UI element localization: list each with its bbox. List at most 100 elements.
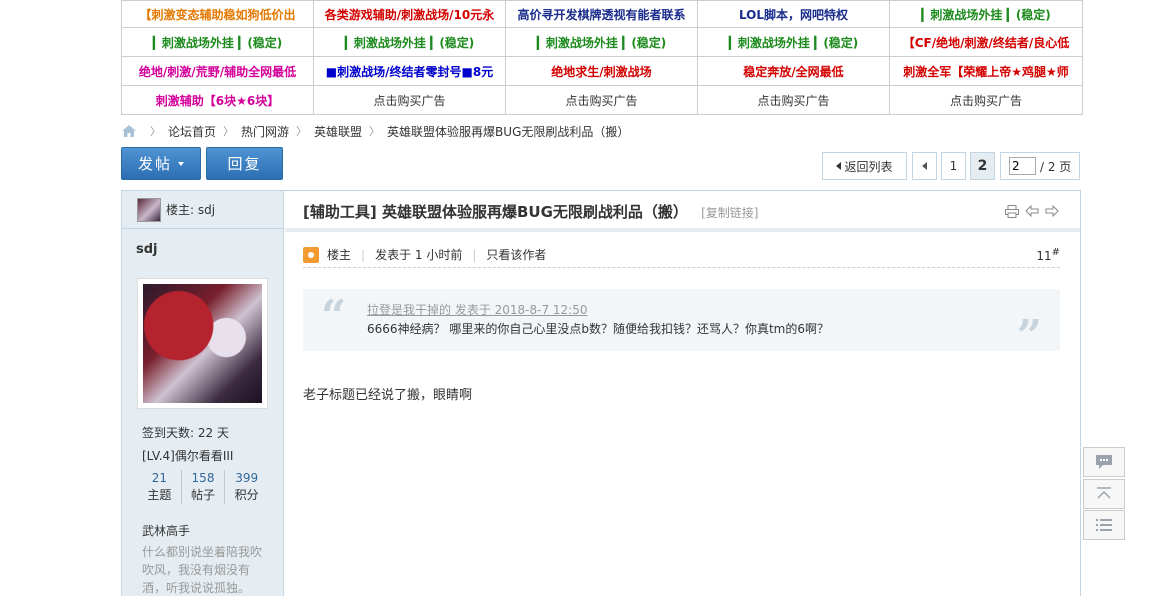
author-topbar: 楼主: sdj: [122, 191, 283, 229]
ad-link[interactable]: 高价寻开发棋牌透视有能者联系: [505, 0, 698, 28]
ad-link[interactable]: 刺激辅助【6块★6块】: [121, 85, 314, 115]
ad-link[interactable]: ▎刺激战场外挂 ▎(稳定): [697, 27, 890, 57]
back-to-top-button[interactable]: [1083, 479, 1125, 509]
post-container: 楼主: sdj sdj 签到天数: 22 天 [LV.4]偶尔看看III 21 …: [121, 190, 1081, 596]
ad-link[interactable]: LOL脚本，网吧特权: [697, 0, 890, 28]
list-icon: [1096, 519, 1112, 531]
comment-icon: [1096, 455, 1112, 469]
stat-points[interactable]: 399 积分: [224, 470, 268, 504]
ad-link[interactable]: 【刺激变态辅助稳如狗低价出: [121, 0, 314, 28]
ad-link[interactable]: ▎刺激战场外挂 ▎(稳定): [121, 27, 314, 57]
new-post-label: 发帖: [137, 155, 172, 173]
back-to-list-button[interactable]: 返回列表: [822, 152, 907, 180]
post-body: 老子标题已经说了搬，眼睛啊: [303, 388, 473, 403]
thread-tools: [1004, 204, 1060, 218]
back-to-list-label: 返回列表: [844, 159, 893, 174]
author-stats: 21 主题 158 帖子 399 积分: [138, 470, 268, 504]
new-post-button[interactable]: 发帖: [121, 147, 201, 180]
ad-row: 绝地/刺激/荒野/辅助全网最低 ■刺激战场/终结者零封号■8元 绝地求生/刺激战场稳…: [121, 56, 1083, 86]
stat-value: 158: [191, 471, 215, 485]
floor-value: 11: [1036, 248, 1052, 263]
quick-reply-button[interactable]: [1083, 447, 1125, 477]
stat-posts[interactable]: 158 帖子: [180, 470, 225, 504]
stat-threads[interactable]: 21 主题: [138, 470, 181, 504]
ad-grid: 【刺激变态辅助稳如狗低价出 各类游戏辅助/刺激战场/10元永 高价寻开发棋牌透视有能…: [121, 0, 1083, 115]
meta-divider: |: [472, 247, 477, 262]
page-jump: / 2 页: [1000, 152, 1080, 180]
post-main: [辅助工具] 英雄联盟体验服再爆BUG无限刷战利品（搬） [复制链接] 楼主 |…: [285, 191, 1080, 596]
ad-link[interactable]: ■刺激战场/终结者零封号■8元: [313, 56, 506, 86]
ad-link[interactable]: 绝地/刺激/荒野/辅助全网最低: [121, 56, 314, 86]
title-divider: [285, 228, 1080, 232]
breadcrumb-current-thread[interactable]: 英雄联盟体验服再爆BUG无限刷战利品（搬）: [387, 123, 629, 140]
stat-label: 帖子: [191, 488, 216, 502]
breadcrumb-forum-home[interactable]: 论坛首页: [168, 123, 216, 140]
user-motto: 什么都别说坐着陪我吹吹风，我没有烟没有酒，听我说说孤独。: [142, 545, 263, 595]
thread-list-button[interactable]: [1083, 510, 1125, 540]
author-name[interactable]: sdj: [136, 242, 158, 257]
ad-row: 【刺激变态辅助稳如狗低价出 各类游戏辅助/刺激战场/10元永 高价寻开发棋牌透视有能…: [121, 0, 1083, 28]
sign-days: 签到天数: 22 天: [142, 426, 229, 440]
only-author-link[interactable]: 只看该作者: [486, 246, 546, 263]
breadcrumb-separator: 〉: [369, 125, 381, 138]
breadcrumb-separator: 〉: [296, 125, 308, 138]
ad-link[interactable]: 点击购买广告: [697, 85, 890, 115]
ad-row: ▎刺激战场外挂 ▎(稳定) ▎刺激战场外挂 ▎(稳定) ▎刺激战场外挂 ▎(稳定) ▎…: [121, 27, 1083, 57]
print-icon[interactable]: [1004, 204, 1020, 218]
prev-page-button[interactable]: [912, 152, 937, 180]
stat-value: 21: [151, 471, 167, 485]
ad-link[interactable]: 稳定奔放/全网最低: [697, 56, 890, 86]
quote-open-icon: “: [321, 291, 347, 342]
quote-block: “ 拉登是我干掉的 发表于 2018-8-7 12:50 6666神经病？ 哪里…: [303, 289, 1060, 362]
ad-link[interactable]: 点击购买广告: [313, 85, 506, 115]
quote-close-icon: ”: [1016, 311, 1042, 362]
floor-mark: #: [1051, 246, 1060, 258]
mini-avatar[interactable]: [137, 197, 161, 222]
arrow-up-icon: [1097, 487, 1111, 499]
prev-thread-icon[interactable]: [1024, 204, 1040, 218]
avatar-image: [143, 284, 262, 403]
quote-body: 6666神经病？ 哪里来的你自己心里没点b数？随便给我扣钱？还骂人？你真tm的6…: [367, 322, 830, 336]
chevron-down-icon: [178, 161, 184, 166]
stat-label: 主题: [147, 488, 172, 502]
ad-link[interactable]: ▎刺激战场外挂 ▎(稳定): [889, 0, 1083, 28]
page-2-current[interactable]: 2: [970, 152, 995, 180]
breadcrumb-lol[interactable]: 英雄联盟: [314, 123, 362, 140]
user-icon: [303, 246, 319, 263]
page-jump-input[interactable]: [1009, 157, 1036, 175]
ad-link[interactable]: 绝地求生/刺激战场: [505, 56, 698, 86]
ad-link[interactable]: ▎刺激战场外挂 ▎(稳定): [313, 27, 506, 57]
breadcrumb: 〉 论坛首页 〉 热门网游 〉 英雄联盟 〉 英雄联盟体验服再爆BUG无限刷战利…: [121, 122, 629, 140]
breadcrumb-separator: 〉: [150, 125, 161, 138]
op-label: 楼主: sdj: [166, 203, 216, 217]
next-thread-icon[interactable]: [1044, 204, 1060, 218]
ad-link[interactable]: 各类游戏辅助/刺激战场/10元永: [313, 0, 506, 28]
reply-label: 回复: [227, 155, 262, 173]
post-time: 发表于 1 小时前: [375, 248, 463, 262]
ad-link[interactable]: 点击购买广告: [889, 85, 1083, 115]
user-level[interactable]: [LV.4]偶尔看看III: [142, 447, 233, 464]
post-role: 楼主: [327, 248, 352, 262]
ad-link[interactable]: 【CF/绝地/刺激/终结者/良心低: [889, 27, 1083, 57]
home-icon[interactable]: [121, 124, 137, 138]
thread-title-text: 英雄联盟体验服再爆BUG无限刷战利品（搬）: [381, 203, 688, 221]
thread-category[interactable]: [辅助工具]: [303, 203, 377, 221]
reply-button[interactable]: 回复: [206, 147, 283, 180]
ad-link[interactable]: ▎刺激战场外挂 ▎(稳定): [505, 27, 698, 57]
post-meta: 楼主 | 发表于 1 小时前 | 只看该作者 11#: [303, 242, 1060, 268]
ad-link[interactable]: 点击购买广告: [505, 85, 698, 115]
page-1-link[interactable]: 1: [941, 152, 966, 180]
copy-link[interactable]: [复制链接]: [701, 206, 758, 220]
arrow-left-icon: [922, 162, 927, 170]
breadcrumb-hot-games[interactable]: 热门网游: [241, 123, 289, 140]
arrow-left-icon: [836, 162, 842, 170]
avatar[interactable]: [137, 278, 268, 409]
thread-title: [辅助工具] 英雄联盟体验服再爆BUG无限刷战利品（搬） [复制链接]: [303, 201, 759, 222]
ad-link[interactable]: 刺激全军【荣耀上帝★鸡腿★师: [889, 56, 1083, 86]
user-rank: 武林高手: [142, 524, 191, 538]
floor-number[interactable]: 11#: [1036, 247, 1060, 263]
stat-value: 399: [235, 471, 259, 485]
quote-header[interactable]: 拉登是我干掉的 发表于 2018-8-7 12:50: [367, 301, 588, 318]
meta-divider: |: [361, 247, 366, 262]
stat-label: 积分: [234, 488, 259, 502]
